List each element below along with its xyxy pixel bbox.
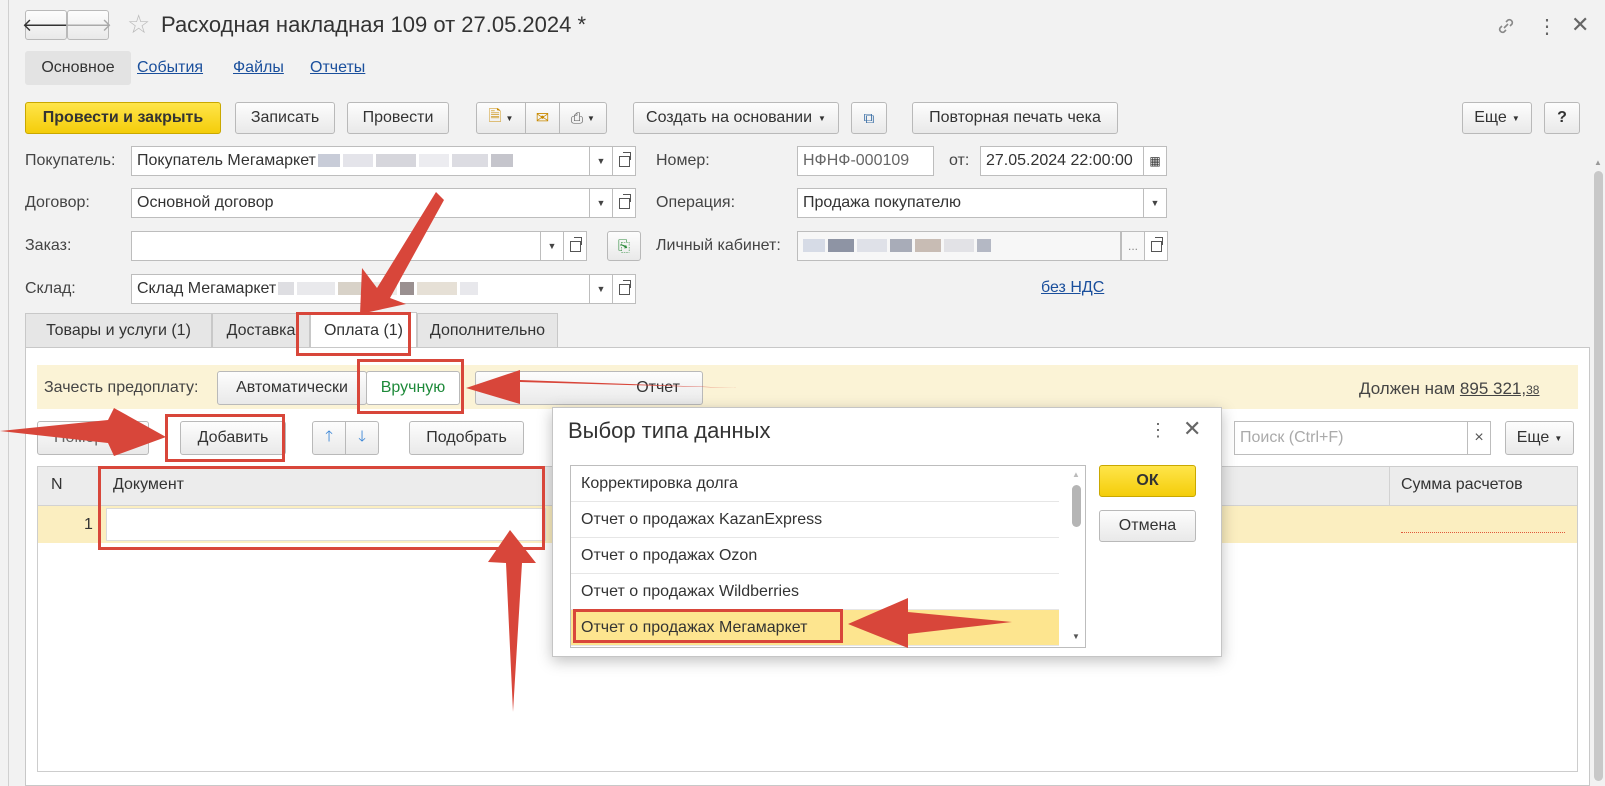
annotation-arrows xyxy=(0,192,1012,712)
arrow-to-document-cell xyxy=(488,530,536,712)
arrow-to-megamarket-item xyxy=(848,598,1012,648)
arrow-to-payment-tab xyxy=(360,192,444,314)
arrow-to-manual-button xyxy=(466,370,738,404)
arrow-to-add-button xyxy=(0,408,166,456)
